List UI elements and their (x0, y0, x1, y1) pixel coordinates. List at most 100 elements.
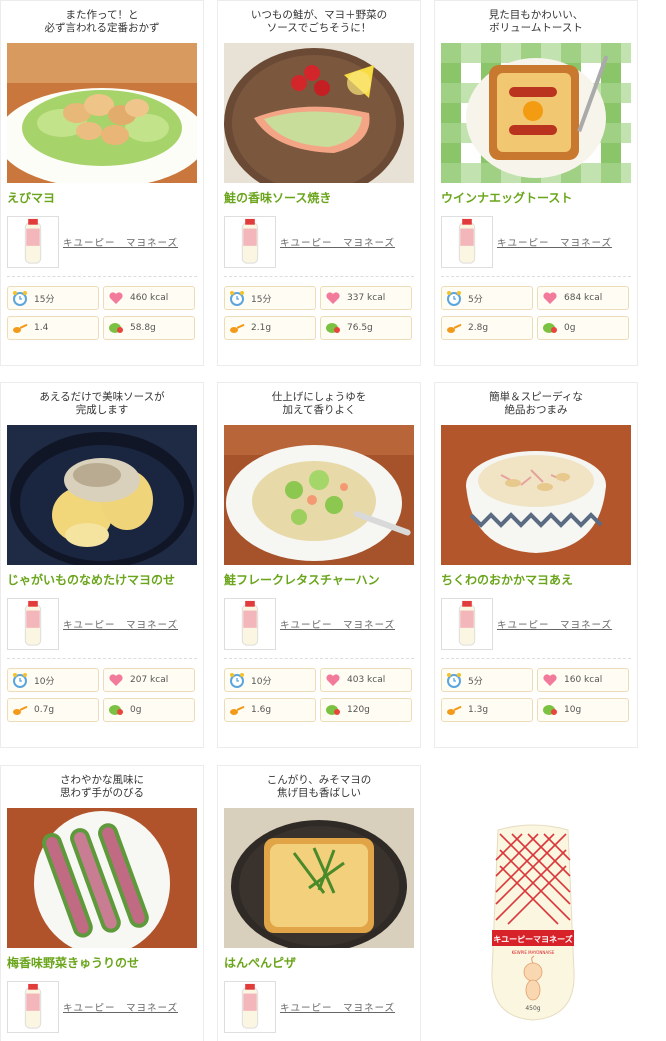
bottle-brand-label: キユーピーマヨネーズ (493, 934, 573, 944)
salt-badge: 1.6g (224, 698, 316, 722)
recipe-photo[interactable] (224, 425, 414, 565)
recipe-title[interactable]: 鮭の香味ソース焼き (224, 189, 420, 206)
salt-spoon-icon (230, 706, 245, 715)
vegetable-icon (543, 323, 557, 333)
energy-value: 403 kcal (347, 675, 386, 685)
mayo-bottle-thumbnail[interactable] (7, 216, 59, 268)
divider (7, 658, 197, 659)
mayo-bottle-thumbnail[interactable] (441, 598, 493, 650)
recipe-photo[interactable] (7, 808, 197, 948)
mayo-bottle-thumbnail[interactable] (441, 216, 493, 268)
energy-badge: 207 kcal (103, 668, 195, 692)
cook-time-badge: 15分 (224, 286, 316, 310)
bottle-sub-label: KEWPIE MAYONNAISE (512, 950, 555, 955)
alarm-clock-icon (13, 673, 27, 688)
divider (441, 276, 631, 277)
cook-time-value: 5分 (468, 294, 483, 305)
product-link[interactable]: キユーピー マヨネーズ (63, 617, 178, 631)
salt-badge: 1.4 (7, 316, 99, 340)
product-link[interactable]: キユーピー マヨネーズ (63, 1000, 178, 1014)
salt-spoon-icon (230, 324, 245, 333)
energy-badge: 460 kcal (103, 286, 195, 310)
heart-icon (109, 292, 123, 304)
recipe-title[interactable]: ちくわのおかかマヨあえ (441, 571, 637, 588)
recipe-tagline: 見た目もかわいい、 ボリュームトースト (488, 9, 584, 34)
vegetable-icon (109, 323, 123, 333)
vegetable-icon (326, 705, 340, 715)
divider (7, 276, 197, 277)
mayo-bottle-thumbnail[interactable] (7, 981, 59, 1033)
recipe-photo[interactable] (224, 808, 414, 948)
bottle-size-label: 450g (525, 1005, 540, 1012)
recipe-photo[interactable] (441, 425, 631, 565)
recipe-tagline: いつもの鮭が、マヨ＋野菜の ソースでごちそうに！ (250, 9, 388, 34)
recipe-photo[interactable] (441, 43, 631, 183)
recipe-tagline: こんがり、みそマヨの 焦げ目も香ばしい (266, 774, 372, 799)
heart-icon (543, 674, 557, 686)
energy-badge: 337 kcal (320, 286, 412, 310)
cook-time-value: 10分 (251, 676, 272, 687)
salt-value: 0.7g (34, 705, 55, 715)
heart-icon (326, 674, 340, 686)
recipe-tagline: さわやかな風味に 思わず手がのびる (60, 774, 144, 799)
recipe-card-hanpen-pizza[interactable]: こんがり、みそマヨの 焦げ目も香ばしい はんぺんピザ キユーピー マヨネーズ (217, 765, 421, 1041)
recipe-photo[interactable] (224, 43, 414, 183)
heart-icon (543, 292, 557, 304)
recipe-title[interactable]: じゃがいものなめたけマヨのせ (7, 571, 203, 588)
cook-time-badge: 5分 (441, 668, 533, 692)
cook-time-value: 10分 (34, 676, 55, 687)
salt-badge: 2.8g (441, 316, 533, 340)
vegetable-badge: 58.8g (103, 316, 195, 340)
recipe-title[interactable]: はんぺんピザ (224, 954, 420, 971)
mayo-bottle-thumbnail[interactable] (7, 598, 59, 650)
recipe-photo[interactable] (7, 425, 197, 565)
cook-time-value: 15分 (34, 294, 55, 305)
cook-time-value: 5分 (468, 676, 483, 687)
salt-value: 1.3g (468, 705, 489, 715)
product-link[interactable]: キユーピー マヨネーズ (497, 617, 612, 631)
recipe-tagline: また作って！と 必ず言われる定番おかず (44, 9, 160, 34)
recipe-card-cucumber[interactable]: さわやかな風味に 思わず手がのびる 梅香味野菜きゅうりのせ キユーピー マヨネー… (0, 765, 204, 1041)
recipe-card-chikuwa[interactable]: 簡単＆スピーディな 絶品おつまみ ちくわのおかかマヨあえ キユーピー マヨネーズ… (434, 382, 638, 748)
mayonnaise-bottle-image[interactable]: キユーピーマヨネーズ KEWPIE MAYONNAISE 450g (478, 822, 588, 1022)
recipe-card-salmon[interactable]: いつもの鮭が、マヨ＋野菜の ソースでごちそうに！ 鮭の香味ソース焼き キユーピー… (217, 0, 421, 366)
product-link[interactable]: キユーピー マヨネーズ (280, 235, 395, 249)
mayo-bottle-thumbnail[interactable] (224, 216, 276, 268)
salt-spoon-icon (13, 324, 28, 333)
recipe-title[interactable]: 梅香味野菜きゅうりのせ (7, 954, 203, 971)
divider (224, 276, 414, 277)
vegetable-badge: 76.5g (320, 316, 412, 340)
mayo-bottle-thumbnail[interactable] (224, 981, 276, 1033)
vegetable-icon (109, 705, 123, 715)
recipe-card-toast[interactable]: 見た目もかわいい、 ボリュームトースト ウインナエッグトースト キユーピー マヨ… (434, 0, 638, 366)
energy-value: 207 kcal (130, 675, 169, 685)
energy-value: 460 kcal (130, 293, 169, 303)
recipe-title[interactable]: えびマヨ (7, 189, 203, 206)
cook-time-value: 15分 (251, 294, 272, 305)
product-link[interactable]: キユーピー マヨネーズ (63, 235, 178, 249)
recipe-tagline: 仕上げにしょうゆを 加えて香りよく (271, 391, 367, 416)
recipe-card-ebi-mayo[interactable]: また作って！と 必ず言われる定番おかず えびマヨ キユーピー マヨネーズ 15分… (0, 0, 204, 366)
product-link[interactable]: キユーピー マヨネーズ (280, 1000, 395, 1014)
vegetable-value: 0g (564, 323, 576, 333)
mayo-bottle-thumbnail[interactable] (224, 598, 276, 650)
energy-badge: 684 kcal (537, 286, 629, 310)
energy-value: 160 kcal (564, 675, 603, 685)
alarm-clock-icon (447, 673, 461, 688)
recipe-card-fried-rice[interactable]: 仕上げにしょうゆを 加えて香りよく 鮭フレークレタスチャーハン キユーピー マヨ… (217, 382, 421, 748)
salt-value: 1.4 (34, 323, 49, 333)
recipe-tagline: あえるだけで美味ソースが 完成します (39, 391, 165, 416)
recipe-photo[interactable] (7, 43, 197, 183)
vegetable-icon (326, 323, 340, 333)
divider (441, 658, 631, 659)
product-link[interactable]: キユーピー マヨネーズ (280, 617, 395, 631)
recipe-title[interactable]: ウインナエッグトースト (441, 189, 637, 206)
alarm-clock-icon (230, 673, 244, 688)
divider (224, 658, 414, 659)
recipe-tagline: 簡単＆スピーディな 絶品おつまみ (489, 391, 583, 416)
recipe-card-potato[interactable]: あえるだけで美味ソースが 完成します じゃがいものなめたけマヨのせ キユーピー … (0, 382, 204, 748)
product-link[interactable]: キユーピー マヨネーズ (497, 235, 612, 249)
recipe-title[interactable]: 鮭フレークレタスチャーハン (224, 571, 420, 588)
vegetable-icon (543, 705, 557, 715)
vegetable-value: 76.5g (347, 323, 373, 333)
